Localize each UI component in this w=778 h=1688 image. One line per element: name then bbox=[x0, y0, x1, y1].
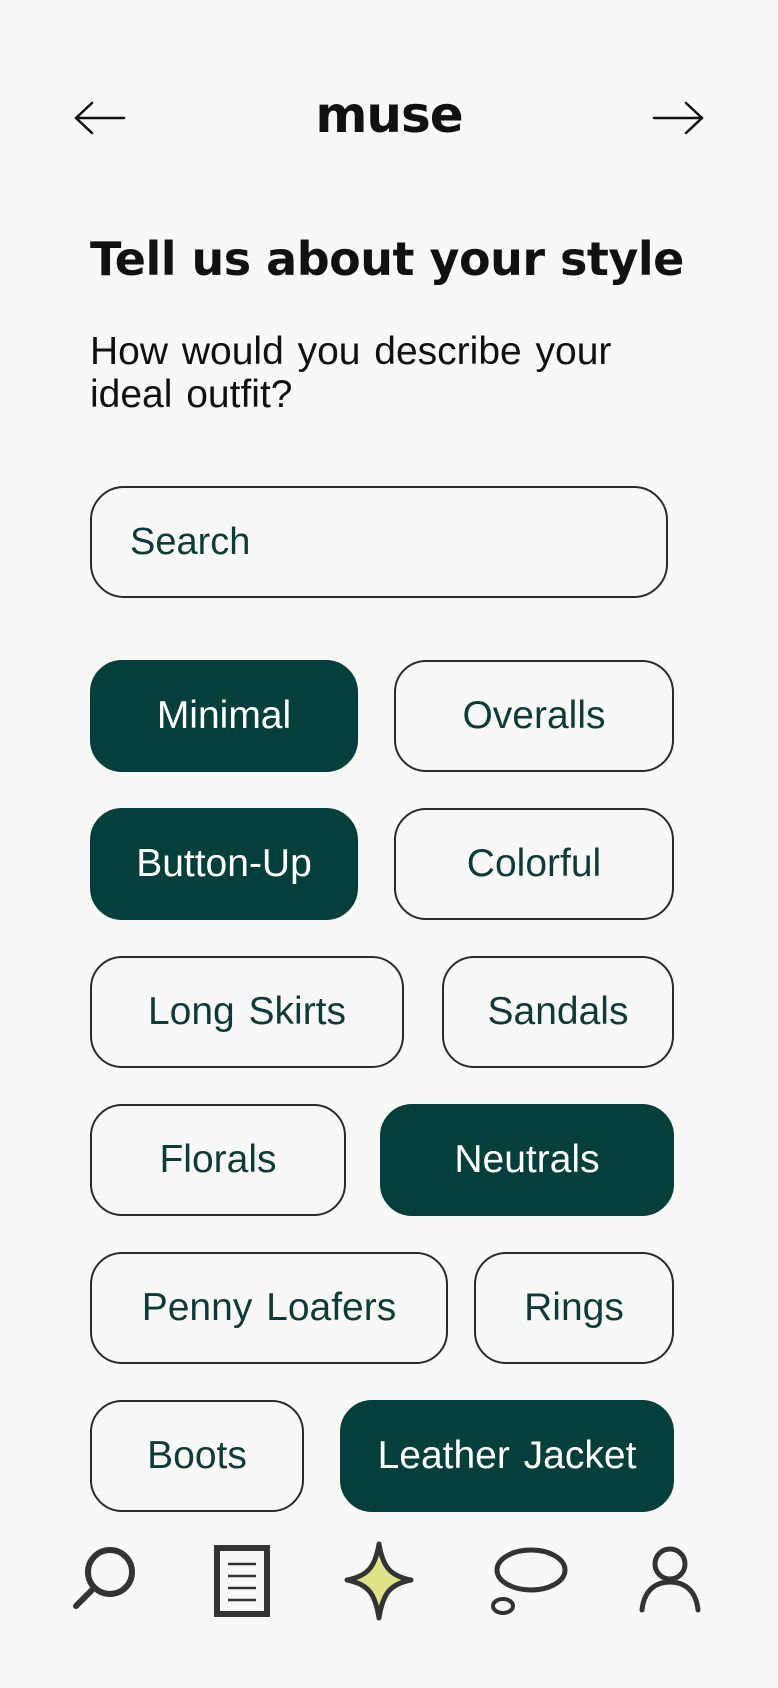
chip-label: Leather Jacket bbox=[377, 1434, 637, 1477]
chip-label: Boots bbox=[147, 1434, 247, 1477]
chip-florals[interactable]: Florals bbox=[90, 1104, 346, 1216]
chip-boots[interactable]: Boots bbox=[90, 1400, 304, 1512]
chip-overalls[interactable]: Overalls bbox=[394, 660, 674, 772]
header: muse bbox=[0, 78, 778, 164]
bottom-nav bbox=[0, 1530, 778, 1640]
chip-penny-loafers[interactable]: Penny Loafers bbox=[90, 1252, 448, 1364]
nav-profile[interactable] bbox=[620, 1530, 720, 1630]
chip-leather-jacket[interactable]: Leather Jacket bbox=[340, 1400, 674, 1512]
chip-label: Florals bbox=[159, 1138, 277, 1181]
chip-minimal[interactable]: Minimal bbox=[90, 660, 358, 772]
chip-label: Button-Up bbox=[136, 842, 312, 885]
profile-icon bbox=[639, 1546, 701, 1613]
chip-rings[interactable]: Rings bbox=[474, 1252, 674, 1364]
nav-document[interactable] bbox=[192, 1530, 292, 1630]
chip-colorful[interactable]: Colorful bbox=[394, 808, 674, 920]
nav-search[interactable] bbox=[54, 1530, 154, 1630]
chip-button-up[interactable]: Button-Up bbox=[90, 808, 358, 920]
chat-bubble-icon bbox=[491, 1547, 568, 1615]
chip-neutrals[interactable]: Neutrals bbox=[380, 1104, 674, 1216]
search-field[interactable] bbox=[90, 486, 668, 598]
document-icon bbox=[214, 1545, 270, 1617]
search-input[interactable] bbox=[128, 519, 666, 565]
arrow-right-icon bbox=[652, 101, 704, 135]
page-subheading: How would you describe your ideal outfit… bbox=[90, 330, 612, 416]
chip-sandals[interactable]: Sandals bbox=[442, 956, 674, 1068]
page-heading: Tell us about your style bbox=[90, 232, 684, 286]
nav-sparkle[interactable] bbox=[329, 1530, 429, 1630]
chip-label: Neutrals bbox=[454, 1138, 600, 1181]
sparkle-icon bbox=[344, 1541, 414, 1621]
chip-label: Penny Loafers bbox=[141, 1286, 397, 1329]
nav-chat[interactable] bbox=[479, 1530, 579, 1630]
chip-label: Colorful bbox=[466, 842, 602, 885]
chip-label: Rings bbox=[524, 1286, 624, 1329]
forward-button[interactable] bbox=[650, 98, 706, 138]
chip-label: Long Skirts bbox=[147, 990, 347, 1033]
chip-label: Minimal bbox=[156, 694, 292, 737]
chip-long-skirts[interactable]: Long Skirts bbox=[90, 956, 404, 1068]
chip-label: Overalls bbox=[462, 694, 606, 737]
chip-label: Sandals bbox=[487, 990, 629, 1033]
search-icon bbox=[73, 1547, 135, 1609]
